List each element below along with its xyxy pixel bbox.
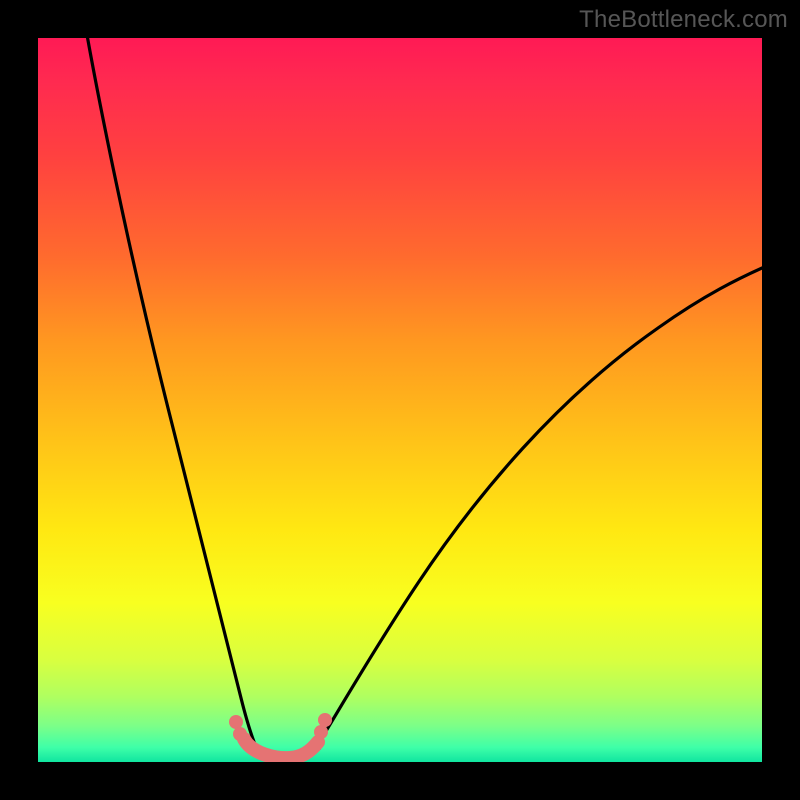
pink-dot-left-upper — [229, 715, 243, 729]
plot-area — [38, 38, 762, 762]
chart-svg — [38, 38, 762, 762]
pink-dot-right-lower — [314, 725, 328, 739]
pink-valley-marker — [244, 739, 318, 758]
attribution-text: TheBottleneck.com — [579, 6, 788, 34]
curve-left-branch — [84, 38, 260, 756]
pink-dot-right-upper — [318, 713, 332, 727]
curve-right-branch — [313, 261, 762, 752]
pink-dot-left-lower — [233, 727, 247, 741]
outer-frame: TheBottleneck.com — [0, 0, 800, 800]
